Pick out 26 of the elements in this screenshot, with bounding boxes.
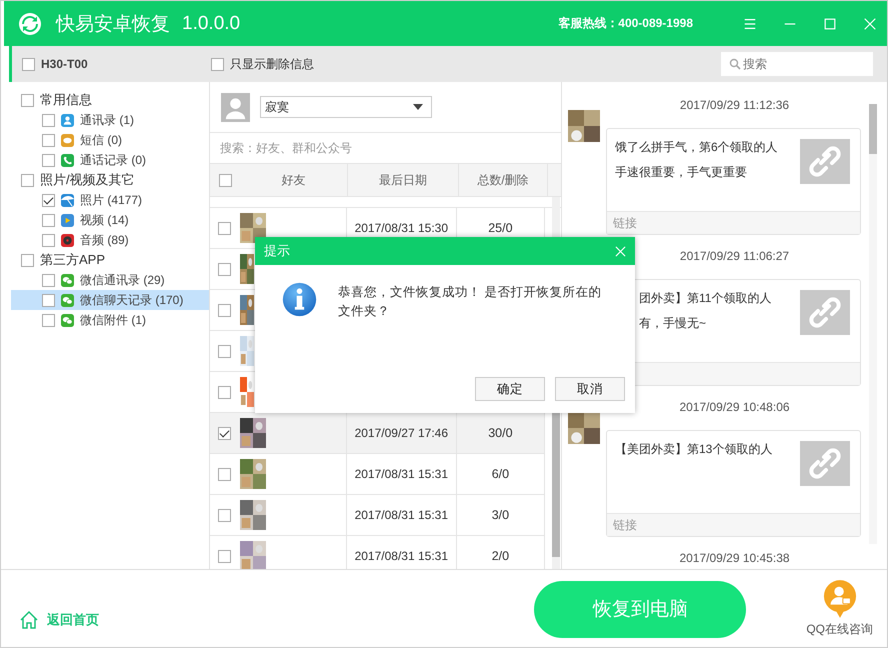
message-text: 饿了么拼手气，第6个领取的人: [615, 139, 779, 156]
card-label: 链接: [613, 216, 637, 230]
checkbox-label: 只显示删除信息: [230, 56, 314, 72]
dialog-message: 恭喜您，文件恢复成功！ 是否打开恢复所在的文件夹？: [338, 284, 602, 320]
column-header: 最后日期: [348, 164, 459, 196]
device-name: H30-T00: [41, 57, 88, 71]
app-version: 1.0.0.0: [182, 12, 240, 34]
message-time: 2017/09/29 10:45:38: [678, 550, 790, 567]
message-text: 【美团外卖】第13个领取的人: [615, 441, 774, 458]
message-time: 2017/09/29 11:12:36: [678, 97, 790, 114]
message-time: 2017/09/29 11:06:27: [678, 248, 790, 265]
column-header: 总数/删除: [459, 164, 548, 196]
table-cell: 3/0: [456, 495, 546, 535]
column-header: 好友: [240, 164, 348, 196]
message-text: 手速很重要，手气更重要: [615, 164, 748, 181]
message-text: 有，手慢无~: [639, 315, 708, 332]
table-cell: 6/0: [456, 454, 546, 494]
message-time: 2017/09/29 10:48:06: [678, 399, 790, 416]
app-title: 快易安卓恢复: [56, 12, 170, 36]
message-text: 团外卖】第11个领取的人: [639, 290, 772, 307]
table-cell: 2017/08/31 15:31: [346, 454, 457, 494]
card-label: 链接: [613, 518, 637, 532]
table-cell: 2017/08/31 15:31: [346, 495, 457, 535]
table-cell: 2/0: [456, 536, 546, 569]
table-cell: 2017/08/31 15:31: [346, 536, 457, 569]
hotline-text: 客服热线：400-089-1998: [558, 15, 693, 32]
